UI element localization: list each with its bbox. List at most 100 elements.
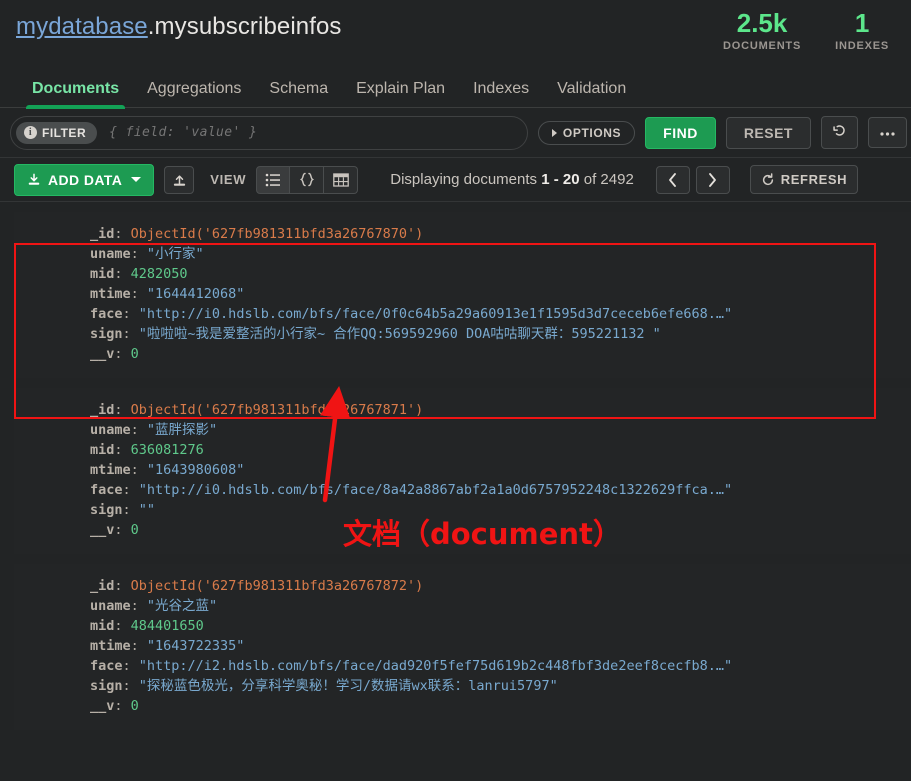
field-value: "1644412068" [146,286,245,302]
collection-header: mydatabase.mysubscribeinfos 2.5k DOCUMEN… [0,0,911,62]
add-data-button[interactable]: ADD DATA [14,163,155,196]
document-field-row[interactable]: face: "http://i0.hdslb.com/bfs/face/0f0c… [90,304,911,324]
field-separator: : [114,346,131,362]
export-button[interactable] [164,165,195,194]
document-card[interactable]: _id: ObjectId('627fb981311bfd3a26767872'… [14,564,911,730]
document-field-row[interactable]: sign: "" [90,500,911,520]
reset-button[interactable]: RESET [725,116,811,149]
document-field-row[interactable]: uname: "小行家" [90,244,911,264]
document-field-row[interactable]: face: "http://i0.hdslb.com/bfs/face/8a42… [90,480,911,500]
field-value: ObjectId('627fb981311bfd3a26767872') [130,578,424,594]
field-value: 0 [130,698,139,714]
query-options-label: OPTIONS [562,125,622,140]
range-start: 1 [541,171,550,188]
braces-icon [299,172,314,187]
refresh-icon [762,172,773,185]
tab-validation[interactable]: Validation [543,80,640,108]
document-fields: _id: ObjectId('627fb981311bfd3a26767872'… [14,576,911,716]
field-separator: : [130,246,147,262]
mongodb-compass-collection-view: mydatabase.mysubscribeinfos 2.5k DOCUMEN… [0,0,911,781]
field-separator: : [130,286,147,302]
tab-aggregations[interactable]: Aggregations [133,80,255,108]
list-view-button[interactable] [256,165,291,194]
document-field-row[interactable]: mtime: "1643722335" [90,636,911,656]
next-page-button[interactable] [695,165,730,194]
document-card[interactable]: _id: ObjectId('627fb981311bfd3a26767871'… [14,388,911,554]
document-fields: _id: ObjectId('627fb981311bfd3a26767871'… [14,400,911,540]
refresh-button[interactable]: REFRESH [749,165,859,194]
field-value: 4282050 [130,266,188,282]
document-field-row[interactable]: mtime: "1643980608" [90,460,911,480]
document-field-row[interactable]: mid: 636081276 [90,440,911,460]
add-data-label: ADD DATA [48,171,123,188]
field-separator: : [122,678,139,694]
document-field-row[interactable]: _id: ObjectId('627fb981311bfd3a26767871'… [90,400,911,420]
document-field-row[interactable]: _id: ObjectId('627fb981311bfd3a26767872'… [90,576,911,596]
table-view-button[interactable] [324,165,359,194]
document-field-row[interactable]: mid: 484401650 [90,616,911,636]
tab-explain-plan[interactable]: Explain Plan [342,80,459,108]
field-key: mid [90,266,115,282]
field-key: _id [90,402,115,418]
view-label: VIEW [210,172,247,187]
query-options-button[interactable]: OPTIONS [537,120,636,145]
pagination-controls [655,165,730,194]
filter-input[interactable] [109,125,519,140]
field-value: "http://i2.hdslb.com/bfs/face/dad920f5fe… [138,658,733,674]
field-value: ObjectId('627fb981311bfd3a26767870') [130,226,424,242]
chevron-right-icon [709,172,717,187]
namespace-title: mydatabase.mysubscribeinfos [16,8,342,41]
field-key: sign [90,502,123,518]
collection-name: mysubscribeinfos [154,13,342,40]
field-key: face [90,658,123,674]
total-count: 2492 [600,171,634,188]
document-field-row[interactable]: mid: 4282050 [90,264,911,284]
filter-label-pill[interactable]: i FILTER [16,121,98,144]
query-more-menu-button[interactable] [868,117,907,148]
document-field-row[interactable]: uname: "光谷之蓝" [90,596,911,616]
field-key: mtime [90,286,131,302]
field-separator: : [122,658,139,674]
tab-indexes[interactable]: Indexes [459,80,543,108]
field-value: ObjectId('627fb981311bfd3a26767871') [130,402,424,418]
filter-label-text: FILTER [42,125,87,140]
field-separator: : [114,402,131,418]
displaying-prefix: Displaying documents [390,171,538,188]
field-key: sign [90,326,123,342]
document-field-row[interactable]: __v: 0 [90,344,911,364]
indexes-count: 1 [854,8,870,38]
document-field-row[interactable]: sign: "啦啦啦~我是爱整活的小行家~ 合作QQ:569592960 DOA… [90,324,911,344]
info-circle-icon: i [24,126,37,139]
document-field-row[interactable]: mtime: "1644412068" [90,284,911,304]
document-card[interactable]: _id: ObjectId('627fb981311bfd3a26767870'… [14,212,911,378]
document-fields: _id: ObjectId('627fb981311bfd3a26767870'… [14,224,911,364]
document-field-row[interactable]: uname: "蓝胖探影" [90,420,911,440]
filter-field-wrapper[interactable]: i FILTER [10,115,528,150]
tab-schema[interactable]: Schema [255,80,342,108]
field-key: __v [90,698,115,714]
query-bar: i FILTER OPTIONS FIND RESET [0,108,911,158]
field-separator: : [130,638,147,654]
view-mode-switcher [256,165,359,194]
document-field-row[interactable]: face: "http://i2.hdslb.com/bfs/face/dad9… [90,656,911,676]
previous-page-button[interactable] [655,165,690,194]
field-separator: : [114,442,131,458]
field-value: "" [138,502,156,518]
field-separator: : [122,326,139,342]
find-button[interactable]: FIND [645,116,716,149]
document-field-row[interactable]: __v: 0 [90,520,911,540]
field-separator: : [122,502,139,518]
field-value: 484401650 [130,618,204,634]
field-separator: : [130,422,147,438]
document-field-row[interactable]: sign: "探秘蓝色极光，分享科学奥秘！学习/数据请wx联系：lanrui57… [90,676,911,696]
document-field-row[interactable]: __v: 0 [90,696,911,716]
field-value: 0 [130,522,139,538]
tab-documents[interactable]: Documents [18,80,133,109]
collection-stats: 2.5k DOCUMENTS 1 INDEXES [723,8,895,52]
field-key: __v [90,346,115,362]
json-view-button[interactable] [290,165,325,194]
database-link[interactable]: mydatabase [16,13,148,40]
document-field-row[interactable]: _id: ObjectId('627fb981311bfd3a26767870'… [90,224,911,244]
query-history-icon[interactable] [821,116,858,149]
field-key: mtime [90,462,131,478]
